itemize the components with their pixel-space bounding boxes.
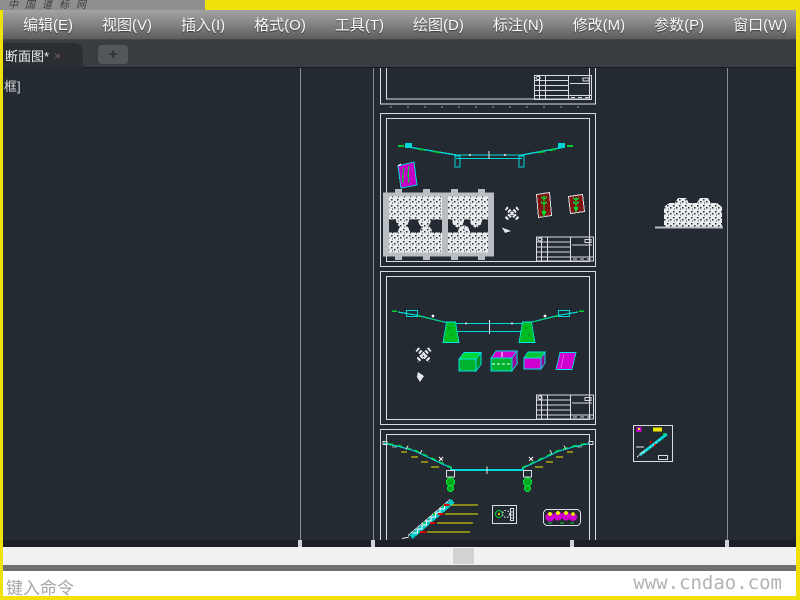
beam-end-detail [543,509,581,526]
tab-label: 断面图* [5,49,50,64]
canvas-bottom-strip [3,540,796,547]
tab-section-drawing[interactable]: 断面图* × [3,43,83,68]
window-border-bottom [0,596,800,600]
block-detail-1 [397,161,418,189]
girder-detail [492,505,517,524]
bridge-section-1 [398,143,573,168]
abutment-elevation [655,198,723,229]
menu-draw[interactable]: 绘图(D) [413,14,464,35]
site-watermark: www.cndao.com [633,572,782,594]
sheet-frame-top [380,68,596,108]
menu-window[interactable]: 窗口(W) [733,14,787,35]
tab-close-icon[interactable]: × [54,50,61,62]
scrollbar-thumb[interactable] [453,548,474,564]
strip-tick [371,540,375,547]
cad-graphics [300,68,728,540]
horizontal-scrollbar[interactable] [3,547,796,565]
titlebar-watermark-text: 中国道标网 [8,0,93,10]
hatch-mark-2 [415,347,432,382]
strip-tick [570,540,574,547]
titlebar-watermark: 中国道标网 [0,0,205,10]
title-block-1 [536,236,594,262]
menu-parametric[interactable]: 参数(P) [654,14,704,35]
planting-detail-2 [567,193,586,215]
title-block-top [534,75,592,100]
bridge-section-2 [392,310,584,343]
drawing-canvas[interactable]: 框] [3,68,796,540]
menu-modify[interactable]: 修改(M) [573,14,626,35]
hatch-mark-1 [502,206,520,233]
command-bar[interactable]: 键入命令 www.cndao.com [3,571,796,596]
title-block-2 [536,394,594,420]
menu-insert[interactable]: 插入(I) [181,14,225,35]
small-detail-box [633,425,673,462]
deck-plan [383,189,494,260]
strip-tick [725,540,729,547]
box-details [458,349,577,373]
plus-icon: + [108,46,118,63]
menu-bar: 编辑(E) 视图(V) 插入(I) 格式(O) 工具(T) 绘图(D) 标注(N… [3,10,796,40]
window-border-right [796,0,800,600]
command-prompt[interactable]: 键入命令 [6,574,74,596]
planting-detail-1 [535,191,553,219]
sheet-frame-2 [380,271,596,425]
menu-view[interactable]: 视图(V) [102,14,152,35]
menu-edit[interactable]: 编辑(E) [23,14,73,35]
menu-dimension[interactable]: 标注(N) [493,14,544,35]
bridge-section-3 [382,441,594,492]
document-tab-bar: 断面图* × + [3,40,796,68]
canvas-overlay-text: 框] [4,79,21,94]
strip-tick [298,540,302,547]
window-border-top [205,0,796,10]
menu-format[interactable]: 格式(O) [254,14,306,35]
menu-tools[interactable]: 工具(T) [335,14,384,35]
new-tab-button[interactable]: + [98,45,128,64]
stair-detail [401,499,478,539]
